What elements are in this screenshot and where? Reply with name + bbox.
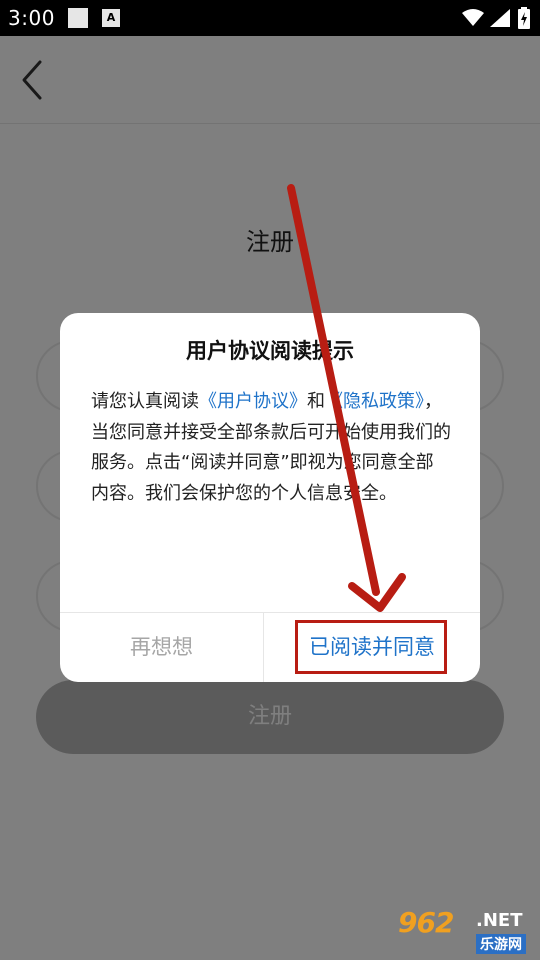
signal-icon <box>490 9 510 27</box>
notification-a-icon: A <box>102 9 120 27</box>
highlight-box <box>295 620 447 674</box>
wifi-icon <box>462 9 484 26</box>
watermark: 962 .NET 乐游网 <box>398 906 538 958</box>
user-agreement-link[interactable]: 《用户协议》 <box>199 391 307 412</box>
body-text-1: 请您认真阅读 <box>91 391 199 412</box>
watermark-site-name: 乐游网 <box>476 934 526 954</box>
watermark-logo: 962 <box>398 906 454 939</box>
body-text-2: 和 <box>307 391 325 412</box>
watermark-domain: .NET <box>476 910 523 931</box>
dialog-body: 请您认真阅读《用户协议》和《隐私政策》，当您同意并接受全部条款后可开始使用我们的… <box>91 387 451 509</box>
status-time: 3:00 <box>8 6 55 30</box>
privacy-policy-link[interactable]: 《隐私政策》 <box>325 391 424 412</box>
dialog-title: 用户协议阅读提示 <box>186 339 354 363</box>
status-bar: 3:00 A <box>0 0 540 36</box>
cancel-button[interactable]: 再想想 <box>60 613 263 682</box>
notification-square-icon <box>68 8 88 28</box>
battery-icon <box>518 7 530 29</box>
